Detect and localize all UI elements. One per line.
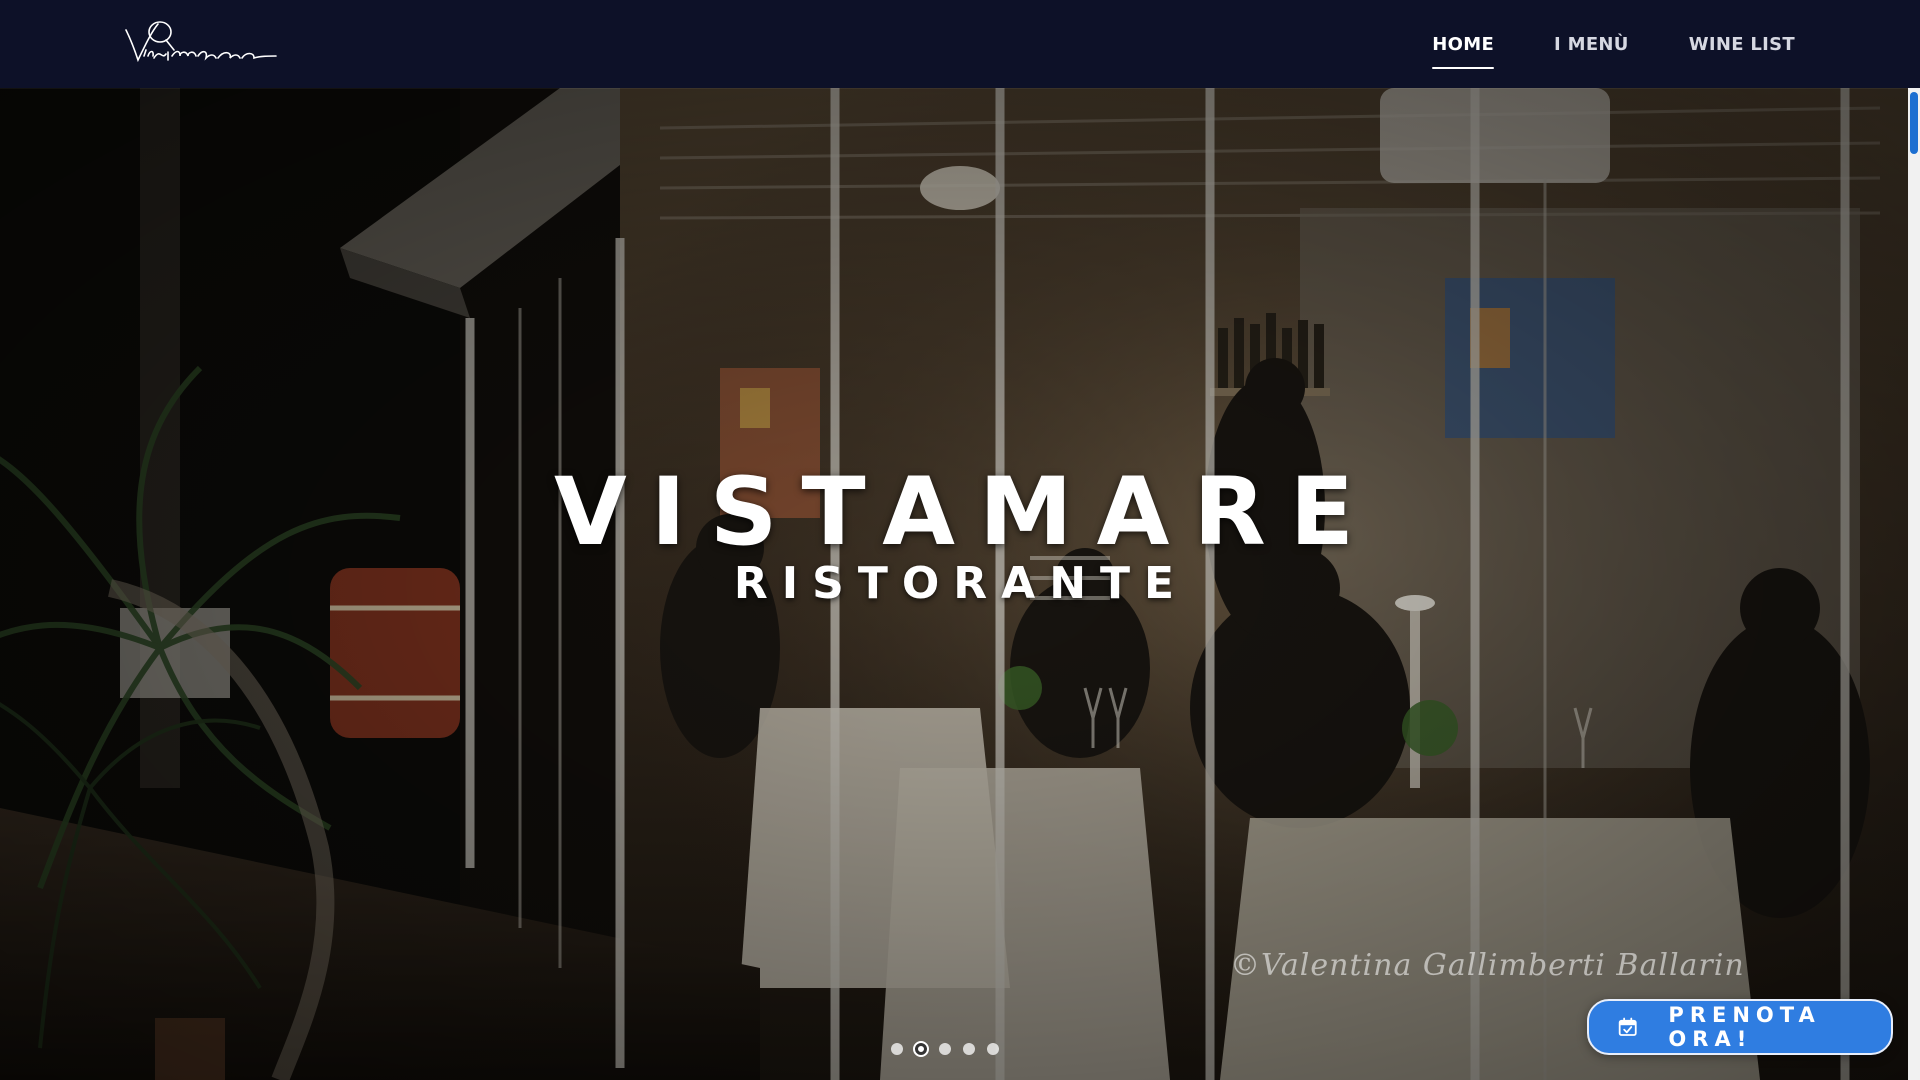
slider-dot-2[interactable] — [913, 1041, 929, 1057]
hero-title: VISTAMARE — [554, 458, 1378, 567]
nav-wine-list[interactable]: WINE LIST — [1689, 26, 1795, 63]
nav-menu[interactable]: I MENÙ — [1554, 26, 1629, 63]
hero-subtitle: RISTORANTE — [733, 558, 1189, 609]
nav-home[interactable]: HOME — [1432, 26, 1494, 69]
page: HOME I MENÙ WINE LIST VISTAMARE RISTORAN… — [0, 0, 1920, 1080]
page-scrollbar[interactable] — [1908, 88, 1920, 1080]
main-nav: HOME I MENÙ WINE LIST — [1432, 0, 1795, 88]
site-header: HOME I MENÙ WINE LIST — [0, 0, 1920, 88]
slider-dot-5[interactable] — [987, 1043, 999, 1055]
logo-signature-icon — [125, 21, 277, 63]
scrollbar-thumb[interactable] — [1910, 92, 1918, 154]
slider-dot-1[interactable] — [891, 1043, 903, 1055]
calendar-check-icon — [1618, 1017, 1637, 1036]
photo-credit: ©Valentina Gallimberti Ballarin — [1230, 948, 1745, 983]
book-now-button[interactable]: PRENOTA ORA! — [1587, 999, 1893, 1055]
logo[interactable] — [122, 12, 282, 74]
hero-slider: VISTAMARE RISTORANTE ©Valentina Gallimbe… — [0, 88, 1908, 1080]
slider-dot-4[interactable] — [963, 1043, 975, 1055]
slider-dot-3[interactable] — [939, 1043, 951, 1055]
book-now-label: PRENOTA ORA! — [1668, 1003, 1821, 1051]
